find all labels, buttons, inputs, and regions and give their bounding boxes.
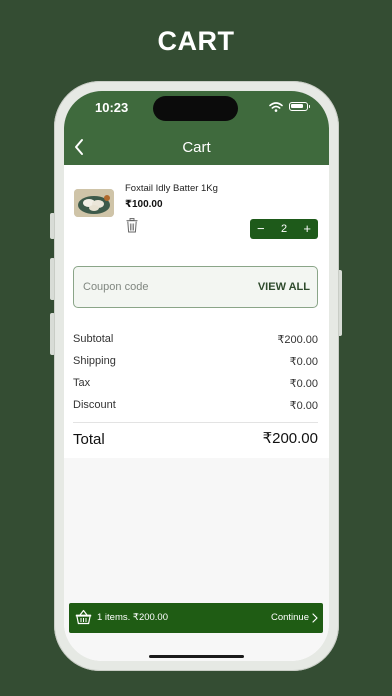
increase-quantity-button[interactable]: + (303, 219, 311, 239)
tax-label: Tax (73, 377, 91, 389)
page-heading: CART (157, 26, 235, 56)
product-image (74, 189, 114, 217)
summary-divider (73, 422, 318, 423)
trash-icon[interactable] (126, 218, 138, 233)
status-bar: 10:23 (64, 91, 329, 133)
decrease-quantity-button[interactable]: − (257, 219, 265, 239)
phone-screen: 10:23 Cart Foxtail Idly Batter 1Kg ₹100.… (64, 91, 329, 661)
coupon-field: VIEW ALL (73, 266, 318, 308)
total-label: Total (73, 431, 105, 448)
summary-row-tax: Tax ₹0.00 (73, 375, 318, 397)
coupon-input[interactable] (83, 281, 233, 293)
product-image-art (74, 189, 114, 217)
product-name: Foxtail Idly Batter 1Kg (125, 183, 218, 194)
product-price: ₹100.00 (125, 199, 163, 210)
basket-icon (75, 609, 92, 625)
cart-summary-text: 1 items. ₹200.00 (97, 612, 168, 623)
quantity-stepper: − 2 + (250, 219, 318, 239)
quantity-value: 2 (280, 223, 288, 235)
discount-value: ₹0.00 (289, 400, 318, 412)
nav-bar: Cart (64, 133, 329, 165)
status-time: 10:23 (95, 100, 129, 115)
summary-row-discount: Discount ₹0.00 (73, 397, 318, 419)
subtotal-value: ₹200.00 (277, 334, 318, 346)
order-summary: Subtotal ₹200.00 Shipping ₹0.00 Tax ₹0.0… (73, 331, 318, 419)
dynamic-island (153, 96, 238, 121)
checkout-bar[interactable]: 1 items. ₹200.00 Continue (69, 603, 323, 633)
wifi-icon (269, 102, 283, 112)
continue-button[interactable]: Continue (271, 612, 309, 623)
discount-label: Discount (73, 399, 116, 411)
summary-row-subtotal: Subtotal ₹200.00 (73, 331, 318, 353)
summary-row-shipping: Shipping ₹0.00 (73, 353, 318, 375)
shipping-value: ₹0.00 (289, 356, 318, 368)
total-value: ₹200.00 (262, 430, 318, 447)
total-row: Total ₹200.00 (73, 429, 318, 453)
home-indicator (149, 655, 244, 658)
view-all-coupons-button[interactable]: VIEW ALL (258, 281, 310, 293)
tax-value: ₹0.00 (289, 378, 318, 390)
subtotal-label: Subtotal (73, 333, 114, 345)
page-title: Cart (182, 139, 211, 156)
chevron-right-icon (312, 613, 318, 623)
cart-item: Foxtail Idly Batter 1Kg ₹100.00 − 2 + (64, 165, 329, 251)
battery-icon (289, 102, 310, 111)
shipping-label: Shipping (73, 355, 116, 367)
